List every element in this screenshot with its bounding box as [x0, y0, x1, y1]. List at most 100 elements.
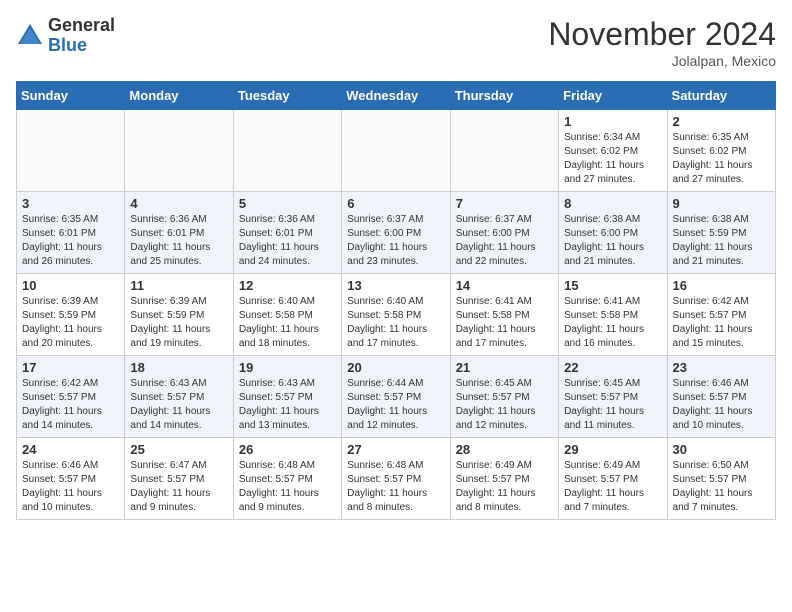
calendar: SundayMondayTuesdayWednesdayThursdayFrid…: [16, 81, 776, 520]
calendar-cell: [450, 110, 558, 192]
day-info: Sunrise: 6:44 AM Sunset: 5:57 PM Dayligh…: [347, 377, 444, 433]
day-info: Sunrise: 6:36 AM Sunset: 6:01 PM Dayligh…: [239, 213, 336, 269]
calendar-cell: 1 Sunrise: 6:34 AM Sunset: 6:02 PM Daylig…: [559, 110, 667, 192]
day-info: Sunrise: 6:35 AM Sunset: 6:01 PM Dayligh…: [22, 213, 119, 269]
day-info: Sunrise: 6:35 AM Sunset: 6:02 PM Dayligh…: [673, 131, 770, 187]
calendar-cell: 3Sunrise: 6:35 AM Sunset: 6:01 PM Daylig…: [17, 192, 125, 274]
day-number: 21: [456, 360, 553, 375]
calendar-cell: [233, 110, 341, 192]
day-number: 14: [456, 278, 553, 293]
calendar-cell: 27 Sunrise: 6:48 AM Sunset: 5:57 PM Dayli…: [342, 438, 450, 520]
calendar-cell: 17 Sunrise: 6:42 AM Sunset: 5:57 PM Dayli…: [17, 356, 125, 438]
calendar-cell: 30Sunrise: 6:50 AM Sunset: 5:57 PM Dayli…: [667, 438, 775, 520]
logo: General Blue: [16, 16, 115, 56]
day-info: Sunrise: 6:49 AM Sunset: 5:57 PM Dayligh…: [564, 459, 661, 515]
calendar-week-3: 10Sunrise: 6:39 AM Sunset: 5:59 PM Dayli…: [17, 274, 776, 356]
day-header-tuesday: Tuesday: [233, 82, 341, 110]
calendar-cell: 25 Sunrise: 6:47 AM Sunset: 5:57 PM Dayli…: [125, 438, 233, 520]
title-block: November 2024 Jolalpan, Mexico: [548, 16, 776, 69]
calendar-cell: [342, 110, 450, 192]
day-header-wednesday: Wednesday: [342, 82, 450, 110]
day-number: 9: [673, 196, 770, 211]
day-number: 1: [564, 114, 661, 129]
day-info: Sunrise: 6:36 AM Sunset: 6:01 PM Dayligh…: [130, 213, 227, 269]
calendar-body: 1 Sunrise: 6:34 AM Sunset: 6:02 PM Daylig…: [17, 110, 776, 520]
calendar-cell: 18Sunrise: 6:43 AM Sunset: 5:57 PM Dayli…: [125, 356, 233, 438]
day-number: 22: [564, 360, 661, 375]
day-info: Sunrise: 6:41 AM Sunset: 5:58 PM Dayligh…: [564, 295, 661, 351]
day-number: 29: [564, 442, 661, 457]
day-info: Sunrise: 6:43 AM Sunset: 5:57 PM Dayligh…: [239, 377, 336, 433]
day-number: 20: [347, 360, 444, 375]
page-header: General Blue November 2024 Jolalpan, Mex…: [16, 16, 776, 69]
day-info: Sunrise: 6:48 AM Sunset: 5:57 PM Dayligh…: [239, 459, 336, 515]
day-number: 7: [456, 196, 553, 211]
calendar-cell: 15 Sunrise: 6:41 AM Sunset: 5:58 PM Dayli…: [559, 274, 667, 356]
day-header-friday: Friday: [559, 82, 667, 110]
calendar-cell: 13 Sunrise: 6:40 AM Sunset: 5:58 PM Dayli…: [342, 274, 450, 356]
day-number: 11: [130, 278, 227, 293]
calendar-cell: 20 Sunrise: 6:44 AM Sunset: 5:57 PM Dayli…: [342, 356, 450, 438]
calendar-cell: [17, 110, 125, 192]
calendar-week-2: 3Sunrise: 6:35 AM Sunset: 6:01 PM Daylig…: [17, 192, 776, 274]
day-info: Sunrise: 6:46 AM Sunset: 5:57 PM Dayligh…: [22, 459, 119, 515]
day-number: 24: [22, 442, 119, 457]
calendar-cell: 7 Sunrise: 6:37 AM Sunset: 6:00 PM Daylig…: [450, 192, 558, 274]
day-number: 19: [239, 360, 336, 375]
calendar-cell: 12Sunrise: 6:40 AM Sunset: 5:58 PM Dayli…: [233, 274, 341, 356]
calendar-cell: 29 Sunrise: 6:49 AM Sunset: 5:57 PM Dayli…: [559, 438, 667, 520]
logo-text: General Blue: [48, 16, 115, 56]
location: Jolalpan, Mexico: [548, 53, 776, 69]
calendar-header-row: SundayMondayTuesdayWednesdayThursdayFrid…: [17, 82, 776, 110]
day-number: 17: [22, 360, 119, 375]
day-number: 15: [564, 278, 661, 293]
calendar-cell: 26 Sunrise: 6:48 AM Sunset: 5:57 PM Dayli…: [233, 438, 341, 520]
calendar-cell: 4Sunrise: 6:36 AM Sunset: 6:01 PM Daylig…: [125, 192, 233, 274]
calendar-cell: 9 Sunrise: 6:38 AM Sunset: 5:59 PM Daylig…: [667, 192, 775, 274]
calendar-cell: 11Sunrise: 6:39 AM Sunset: 5:59 PM Dayli…: [125, 274, 233, 356]
day-info: Sunrise: 6:38 AM Sunset: 5:59 PM Dayligh…: [673, 213, 770, 269]
day-info: Sunrise: 6:50 AM Sunset: 5:57 PM Dayligh…: [673, 459, 770, 515]
calendar-cell: 6 Sunrise: 6:37 AM Sunset: 6:00 PM Daylig…: [342, 192, 450, 274]
calendar-week-1: 1 Sunrise: 6:34 AM Sunset: 6:02 PM Daylig…: [17, 110, 776, 192]
calendar-cell: 2 Sunrise: 6:35 AM Sunset: 6:02 PM Daylig…: [667, 110, 775, 192]
calendar-cell: 10Sunrise: 6:39 AM Sunset: 5:59 PM Dayli…: [17, 274, 125, 356]
day-info: Sunrise: 6:45 AM Sunset: 5:57 PM Dayligh…: [564, 377, 661, 433]
day-number: 28: [456, 442, 553, 457]
day-info: Sunrise: 6:41 AM Sunset: 5:58 PM Dayligh…: [456, 295, 553, 351]
calendar-cell: [125, 110, 233, 192]
calendar-cell: 8 Sunrise: 6:38 AM Sunset: 6:00 PM Daylig…: [559, 192, 667, 274]
day-info: Sunrise: 6:42 AM Sunset: 5:57 PM Dayligh…: [22, 377, 119, 433]
day-info: Sunrise: 6:48 AM Sunset: 5:57 PM Dayligh…: [347, 459, 444, 515]
calendar-cell: 16Sunrise: 6:42 AM Sunset: 5:57 PM Dayli…: [667, 274, 775, 356]
day-info: Sunrise: 6:34 AM Sunset: 6:02 PM Dayligh…: [564, 131, 661, 187]
day-info: Sunrise: 6:39 AM Sunset: 5:59 PM Dayligh…: [22, 295, 119, 351]
day-number: 5: [239, 196, 336, 211]
day-info: Sunrise: 6:37 AM Sunset: 6:00 PM Dayligh…: [456, 213, 553, 269]
day-number: 2: [673, 114, 770, 129]
day-number: 26: [239, 442, 336, 457]
day-info: Sunrise: 6:40 AM Sunset: 5:58 PM Dayligh…: [347, 295, 444, 351]
day-info: Sunrise: 6:40 AM Sunset: 5:58 PM Dayligh…: [239, 295, 336, 351]
calendar-cell: 23Sunrise: 6:46 AM Sunset: 5:57 PM Dayli…: [667, 356, 775, 438]
day-number: 25: [130, 442, 227, 457]
calendar-week-4: 17 Sunrise: 6:42 AM Sunset: 5:57 PM Dayli…: [17, 356, 776, 438]
day-header-thursday: Thursday: [450, 82, 558, 110]
day-number: 8: [564, 196, 661, 211]
day-info: Sunrise: 6:38 AM Sunset: 6:00 PM Dayligh…: [564, 213, 661, 269]
day-info: Sunrise: 6:47 AM Sunset: 5:57 PM Dayligh…: [130, 459, 227, 515]
day-info: Sunrise: 6:43 AM Sunset: 5:57 PM Dayligh…: [130, 377, 227, 433]
day-number: 13: [347, 278, 444, 293]
day-number: 27: [347, 442, 444, 457]
day-header-monday: Monday: [125, 82, 233, 110]
day-header-saturday: Saturday: [667, 82, 775, 110]
day-number: 6: [347, 196, 444, 211]
month-title: November 2024: [548, 16, 776, 53]
calendar-cell: 24 Sunrise: 6:46 AM Sunset: 5:57 PM Dayli…: [17, 438, 125, 520]
day-info: Sunrise: 6:45 AM Sunset: 5:57 PM Dayligh…: [456, 377, 553, 433]
day-number: 23: [673, 360, 770, 375]
day-info: Sunrise: 6:49 AM Sunset: 5:57 PM Dayligh…: [456, 459, 553, 515]
day-info: Sunrise: 6:37 AM Sunset: 6:00 PM Dayligh…: [347, 213, 444, 269]
logo-icon: [16, 22, 44, 50]
day-info: Sunrise: 6:42 AM Sunset: 5:57 PM Dayligh…: [673, 295, 770, 351]
